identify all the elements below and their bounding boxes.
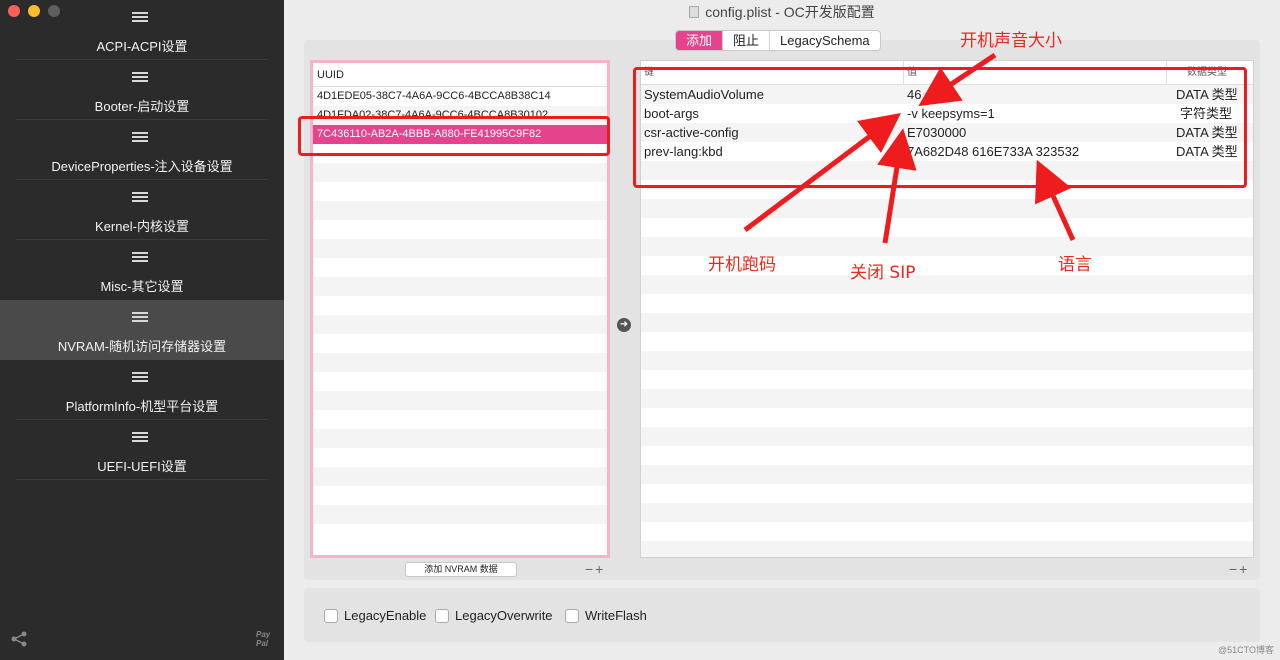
- legacyoverwrite-checkbox[interactable]: LegacyOverwrite: [435, 608, 553, 623]
- sidebar-item-label: Booter-启动设置: [94, 99, 190, 114]
- list-icon: [132, 372, 148, 386]
- remove-add-buttons[interactable]: −+: [585, 561, 605, 577]
- sidebar-item-label: ACPI-ACPI设置: [96, 39, 188, 54]
- sidebar-item-label: UEFI-UEFI设置: [97, 459, 187, 474]
- sidebar-item-label: Kernel-内核设置: [95, 219, 189, 234]
- writeflash-checkbox[interactable]: WriteFlash: [565, 608, 647, 623]
- sidebar-item-label: NVRAM-随机访问存储器设置: [57, 339, 227, 354]
- list-icon: [132, 72, 148, 86]
- sidebar-item-misc[interactable]: Misc-其它设置: [0, 240, 284, 300]
- list-icon: [132, 192, 148, 206]
- watermark: @51CTO博客: [1218, 645, 1274, 655]
- sidebar-item-booter[interactable]: Booter-启动设置: [0, 60, 284, 120]
- sidebar-item-uefi[interactable]: UEFI-UEFI设置: [0, 420, 284, 480]
- legacyenable-checkbox[interactable]: LegacyEnable: [324, 608, 426, 623]
- share-icon[interactable]: [10, 630, 28, 648]
- tab-block[interactable]: 阻止: [723, 31, 771, 50]
- annotation-lang: 语言: [1058, 255, 1092, 275]
- annotation-sip: 关闭 SIP: [850, 263, 916, 283]
- tab-legacyschema[interactable]: LegacySchema: [770, 31, 880, 50]
- sidebar: ACPI-ACPI设置 Booter-启动设置 DeviceProperties…: [0, 0, 284, 660]
- list-icon: [132, 432, 148, 446]
- annotation-volume: 开机声音大小: [960, 31, 1062, 51]
- uuid-column-header[interactable]: UUID: [313, 63, 607, 87]
- remove-add-row-buttons[interactable]: −+: [1229, 561, 1249, 577]
- sidebar-item-label: Misc-其它设置: [100, 279, 184, 294]
- highlight-box: [633, 67, 1247, 188]
- document-icon: [689, 6, 700, 18]
- window-title: config.plist - OC开发版配置: [284, 0, 1280, 24]
- arrow-right-icon[interactable]: ➜: [617, 318, 631, 332]
- paypal-logo[interactable]: Pay Pal: [256, 630, 270, 648]
- sidebar-item-label: DeviceProperties-注入设备设置: [51, 159, 233, 174]
- sidebar-item-kernel[interactable]: Kernel-内核设置: [0, 180, 284, 240]
- highlight-box: [298, 116, 610, 156]
- sidebar-item-deviceproperties[interactable]: DeviceProperties-注入设备设置: [0, 120, 284, 180]
- sidebar-item-acpi[interactable]: ACPI-ACPI设置: [0, 0, 284, 60]
- list-icon: [132, 12, 148, 26]
- list-icon: [132, 252, 148, 266]
- list-icon: [132, 312, 148, 326]
- table-row[interactable]: 4D1EDE05-38C7-4A6A-9CC6-4BCCA8B38C14: [313, 87, 607, 106]
- annotation-bootargs: 开机跑码: [708, 255, 776, 275]
- sidebar-item-nvram[interactable]: NVRAM-随机访问存储器设置: [0, 300, 284, 360]
- add-nvram-button[interactable]: 添加 NVRAM 数据: [405, 562, 517, 577]
- tab-add[interactable]: 添加: [676, 31, 724, 50]
- sidebar-item-platforminfo[interactable]: PlatformInfo-机型平台设置: [0, 360, 284, 420]
- list-icon: [132, 132, 148, 146]
- tab-bar: 添加 阻止 LegacySchema: [675, 30, 881, 51]
- sidebar-item-label: PlatformInfo-机型平台设置: [65, 399, 219, 414]
